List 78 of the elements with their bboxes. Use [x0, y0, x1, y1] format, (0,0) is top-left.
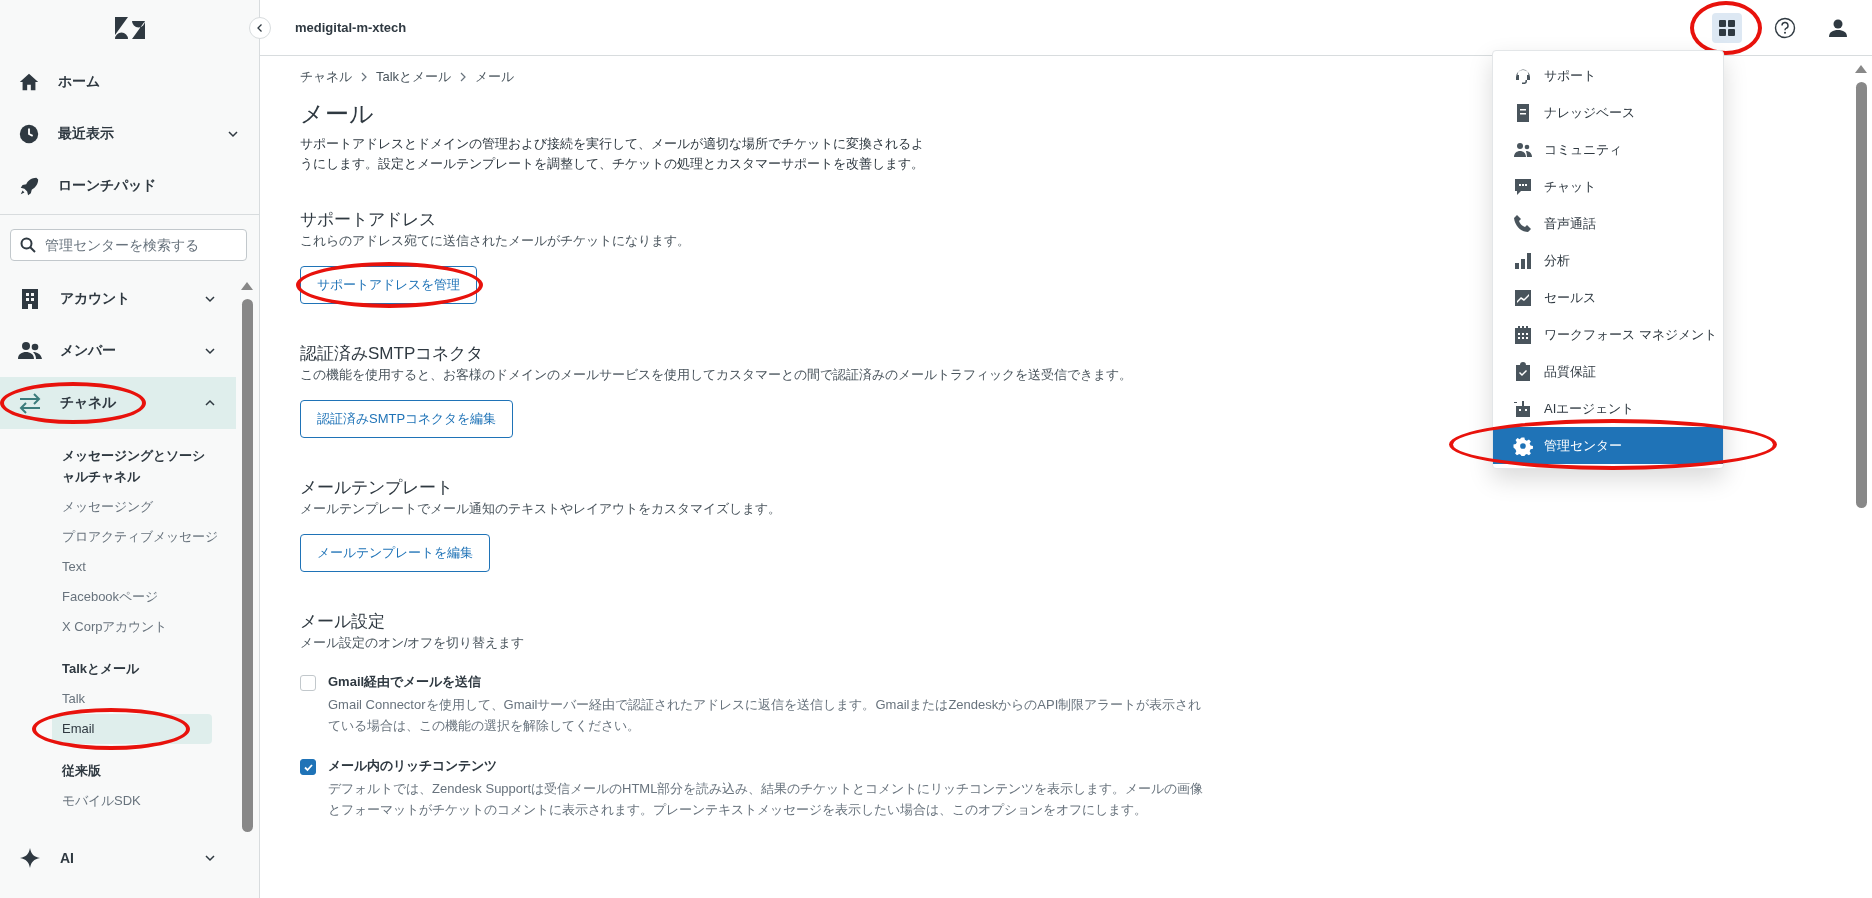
scrollbar-thumb[interactable] — [241, 299, 253, 832]
help-icon[interactable] — [1774, 16, 1796, 39]
user-icon[interactable] — [1828, 17, 1848, 38]
section-description: この機能を使用すると、お客様のドメインのメールサービスを使用してカスタマーとの間で認証済みのメールトラフィックを送受信できます。 — [300, 367, 1132, 384]
clock-icon — [18, 123, 40, 145]
checkbox[interactable] — [300, 759, 316, 775]
menu-item[interactable]: ワークフォース マネジメント — [1493, 316, 1723, 353]
menu-item[interactable]: 分析 — [1493, 242, 1723, 279]
menu-item[interactable]: セールス — [1493, 279, 1723, 316]
sidebar-subitem[interactable]: プロアクティブメッセージ — [52, 522, 230, 552]
sidebar-item[interactable]: ホーム — [0, 56, 259, 108]
chevron-icon — [459, 72, 468, 82]
sidebar-subitem[interactable]: Talk — [52, 684, 230, 714]
sidebar-item[interactable]: 最近表示 — [0, 108, 259, 160]
clipboard-icon — [1513, 361, 1533, 382]
sidebar-item[interactable]: メンバー — [0, 325, 236, 377]
section-heading: Talkとメール — [62, 660, 141, 678]
sidebar-subitem[interactable]: Text — [52, 552, 230, 582]
sidebar-item[interactable]: チャネル — [0, 377, 236, 429]
section-description: メールテンプレートでメール通知のテキストやレイアウトをカスタマイズします。 — [300, 501, 781, 518]
section-title: メール設定 — [300, 611, 385, 633]
calendar-icon — [1513, 324, 1533, 345]
logo-icon — [114, 17, 145, 39]
chevron-icon — [360, 72, 368, 82]
menu-item[interactable]: AIエージェント — [1493, 390, 1723, 427]
option-label: メール内のリッチコンテンツ — [328, 757, 497, 775]
home-icon — [18, 71, 40, 93]
section-description: これらのアドレス宛てに送信されたメールがチケットになります。 — [300, 233, 690, 250]
section-title: メールテンプレート — [300, 477, 453, 499]
breadcrumb-item: メール — [475, 68, 515, 86]
menu-item[interactable]: サポート — [1493, 57, 1723, 94]
sidebar-subitem[interactable]: モバイルSDK — [52, 786, 230, 816]
option-description: デフォルトでは、Zendesk Supportは受信メールのHTML部分を読み込み、結果のチケットとコメントにリッチコンテンツを表示します。メールの画像とフォーマットがチケットのコメントに表示されます。プレーンテキストメッセージを表示したい場合は、このオプションをオフにします。 — [328, 780, 1205, 819]
sidebar-subitem[interactable]: メッセージング — [52, 492, 230, 522]
rocket-icon — [18, 175, 40, 197]
sidebar-item[interactable]: AI — [0, 832, 236, 884]
settings-icon — [1513, 435, 1533, 456]
apps-button[interactable] — [1712, 12, 1742, 43]
phone-icon — [1513, 213, 1533, 234]
outline-button[interactable]: メールテンプレートを編集 — [300, 534, 490, 572]
menu-item[interactable]: 管理センター — [1493, 427, 1723, 464]
grid-icon — [1718, 18, 1736, 37]
search-field[interactable]: 管理センターを検索する — [10, 229, 247, 261]
chat-icon — [1513, 176, 1533, 197]
bar-chart-icon — [1513, 250, 1533, 271]
breadcrumb-item[interactable]: チャネル — [300, 68, 352, 86]
page-description: サポートアドレスとドメインの管理および接続を実行して、メールが適切な場所でチケットに変換されるようにします。設定とメールテンプレートを調整して、チケットの処理とカスタマーサポートを改善します。 — [300, 135, 925, 173]
breadcrumb-item[interactable]: Talkとメール — [376, 68, 452, 86]
option-label: Gmail経由でメールを送信 — [328, 673, 482, 691]
outline-button[interactable]: 認証済みSMTPコネクタを編集 — [300, 400, 514, 438]
sidebar-item[interactable]: アカウント — [0, 273, 236, 325]
sidebar-subitem[interactable]: Email — [52, 714, 212, 744]
menu-item[interactable]: ナレッジベース — [1493, 94, 1723, 131]
option-description: Gmail Connectorを使用して、Gmailサーバー経由で認証されたアドレスに返信を送信します。GmailまたはZendeskからのAPI制限アラートが表示されている場合は、この機能の選択を解除してください。 — [328, 696, 1203, 735]
scroll-up-arrow-icon[interactable] — [1854, 64, 1868, 74]
line-chart-icon — [1513, 287, 1533, 308]
robot-icon — [1513, 398, 1533, 419]
sidebar-subitem[interactable]: Facebookページ — [52, 582, 230, 612]
account-name: medigital-m-xtech — [295, 20, 407, 35]
section-heading: 従来版 — [62, 762, 102, 780]
scroll-up-arrow-icon[interactable] — [240, 281, 254, 291]
sidebar-subitem[interactable]: X Corpアカウント — [52, 612, 230, 642]
arrows-icon — [18, 392, 42, 414]
people-icon — [18, 340, 42, 362]
chevron-icon — [255, 22, 265, 33]
section-title: サポートアドレス — [300, 209, 436, 231]
scrollbar-thumb[interactable] — [1855, 82, 1867, 508]
section-heading: メッセージングとソーシャルチャネル — [62, 447, 206, 486]
sidebar-item[interactable]: ローンチパッド — [0, 160, 259, 212]
outline-button[interactable]: サポートアドレスを管理 — [300, 266, 477, 304]
menu-item[interactable]: チャット — [1493, 168, 1723, 205]
section-title: 認証済みSMTPコネクタ — [300, 343, 484, 365]
page-title: メール — [300, 99, 374, 129]
menu-item[interactable]: 品質保証 — [1493, 353, 1723, 390]
checkbox[interactable] — [300, 675, 316, 691]
section-description: メール設定のオン/オフを切り替えます — [300, 635, 525, 652]
menu-item[interactable]: 音声通話 — [1493, 205, 1723, 242]
menu-item[interactable]: コミュニティ — [1493, 131, 1723, 168]
